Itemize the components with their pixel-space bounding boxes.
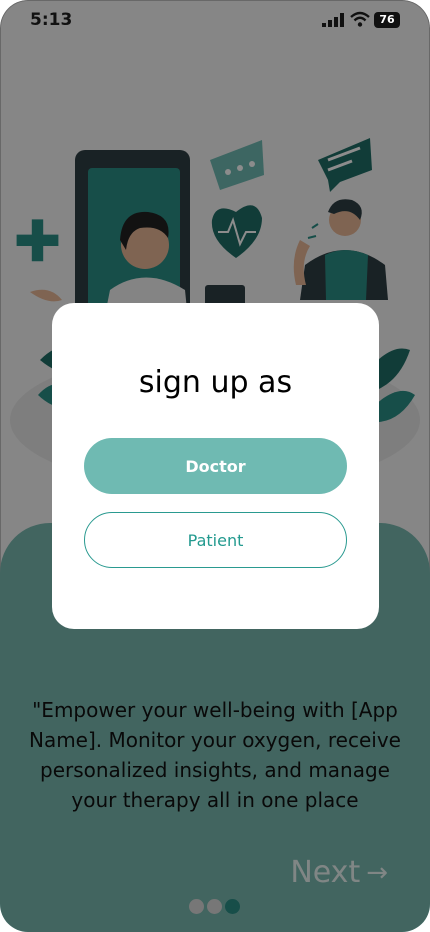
signal-icon [322,13,344,27]
status-bar: 5:13 76 [0,0,430,44]
patient-button-label: Patient [187,530,244,550]
dialog-title: sign up as [138,365,293,400]
sign-up-dialog: sign up as Doctor Patient [52,303,379,629]
doctor-button-label: Doctor [185,456,246,476]
battery-icon: 76 [374,12,400,28]
wifi-icon [350,11,370,27]
doctor-button[interactable]: Doctor [84,438,347,494]
phone-screen: 5:13 76 "Empower your well-being with [A… [0,0,430,932]
patient-button[interactable]: Patient [84,512,347,568]
status-time: 5:13 [30,10,73,30]
